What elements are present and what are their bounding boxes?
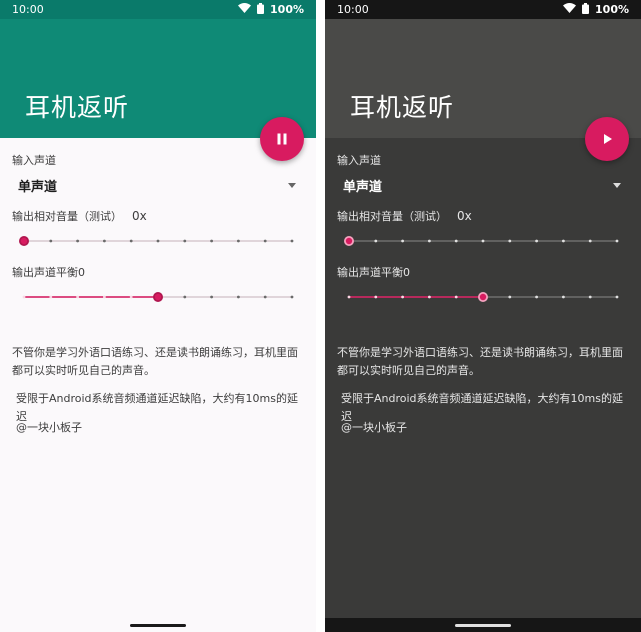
slider-tick	[562, 295, 565, 299]
slider-tick	[562, 239, 565, 243]
balance-slider[interactable]	[347, 290, 619, 304]
wifi-icon	[238, 3, 252, 16]
battery-percent: 100%	[270, 3, 304, 16]
input-channel-value: 单声道	[18, 179, 58, 195]
slider-tick	[49, 239, 53, 243]
battery-percent: 100%	[595, 3, 629, 16]
status-time: 10:00	[337, 3, 369, 16]
slider-tick	[401, 295, 404, 299]
slider-tick	[76, 295, 79, 299]
balance-label: 输出声道平衡0	[12, 266, 85, 279]
slider-tick	[347, 295, 351, 299]
slider-tick	[588, 239, 592, 243]
balance-label: 输出声道平衡0	[337, 266, 410, 279]
slider-tick	[210, 239, 214, 243]
slider-tick	[263, 239, 267, 243]
light-screen: 10:00 100% 耳机返听 输入声道 单声道 输出相对音量（测试） 0x 输出…	[0, 0, 316, 632]
description-text: 不管你是学习外语口语练习、还是读书朗诵练习，耳机里面都可以实时听见自己的声音。	[12, 346, 298, 377]
wifi-icon	[563, 3, 577, 16]
slider-tick	[237, 295, 240, 299]
input-channel-value: 单声道	[343, 179, 383, 195]
input-channel-select[interactable]: 单声道	[337, 172, 621, 198]
volume-label: 输出相对音量（测试）	[12, 210, 122, 223]
input-channel-label: 输入声道	[12, 154, 56, 167]
slider-tick	[76, 239, 79, 243]
volume-value: 0x	[457, 209, 472, 223]
nav-bar	[0, 618, 316, 632]
slider-thumb	[20, 237, 28, 245]
volume-label-row: 输出相对音量（测试） 0x	[12, 208, 147, 224]
balance-slider[interactable]	[22, 290, 294, 304]
slider-tick	[22, 295, 26, 299]
slider-tick	[615, 295, 619, 299]
slider-tick	[103, 295, 106, 299]
slider-tick	[156, 239, 160, 243]
app-title: 耳机返听	[25, 93, 130, 122]
author-credit: @一块小板子	[341, 421, 407, 434]
status-time: 10:00	[12, 3, 44, 16]
screen-divider	[316, 0, 325, 632]
slider-tick	[481, 239, 485, 243]
home-gesture-handle[interactable]	[455, 623, 511, 627]
battery-icon	[257, 2, 265, 17]
slider-tick	[103, 239, 106, 243]
slider-tick	[210, 295, 214, 299]
input-channel-select[interactable]: 单声道	[12, 172, 296, 198]
input-channel-label: 输入声道	[337, 154, 381, 167]
slider-tick	[535, 239, 538, 243]
volume-label: 输出相对音量（测试）	[337, 210, 447, 223]
slider-tick	[49, 295, 53, 299]
volume-value: 0x	[132, 209, 147, 223]
slider-tick	[588, 295, 592, 299]
slider-tick	[615, 239, 619, 243]
slider-tick	[508, 239, 512, 243]
content-area: 输入声道 单声道 输出相对音量（测试） 0x 输出声道平衡0 不管你是学习外语口语…	[0, 138, 316, 618]
slider-tick	[290, 239, 294, 243]
slider-tick	[454, 295, 458, 299]
content-area: 输入声道 单声道 输出相对音量（测试） 0x 输出声道平衡0 不管你是学习外语口语…	[325, 138, 641, 618]
slider-thumb	[345, 237, 353, 245]
dropdown-arrow-icon	[613, 182, 621, 188]
slider-thumb	[479, 293, 487, 301]
slider-tick	[428, 295, 431, 299]
volume-slider[interactable]	[19, 234, 294, 248]
volume-slider[interactable]	[344, 234, 619, 248]
app-title: 耳机返听	[350, 93, 455, 122]
nav-bar	[325, 618, 641, 632]
slider-tick	[129, 295, 133, 299]
slider-tick	[374, 239, 378, 243]
slider-tick	[401, 239, 404, 243]
home-gesture-handle[interactable]	[130, 623, 186, 627]
slider-tick	[428, 239, 431, 243]
slider-tick	[263, 295, 267, 299]
slider-tick	[535, 295, 538, 299]
slider-tick	[508, 295, 512, 299]
slider-tick	[290, 295, 294, 299]
battery-icon	[582, 2, 590, 17]
slider-thumb	[154, 293, 162, 301]
slider-tick	[454, 239, 458, 243]
description-text: 不管你是学习外语口语练习、还是读书朗诵练习，耳机里面都可以实时听见自己的声音。	[337, 346, 623, 377]
volume-label-row: 输出相对音量（测试） 0x	[337, 208, 472, 224]
author-credit: @一块小板子	[16, 421, 82, 434]
slider-tick	[183, 239, 187, 243]
slider-tick	[237, 239, 240, 243]
dropdown-arrow-icon	[288, 182, 296, 188]
slider-tick	[183, 295, 187, 299]
slider-tick	[129, 239, 133, 243]
slider-tick	[374, 295, 378, 299]
status-bar: 10:00 100%	[0, 0, 316, 19]
dark-screen: 10:00 100% 耳机返听 输入声道 单声道 输出相对音量（测试） 0x 输出…	[325, 0, 641, 632]
status-bar: 10:00 100%	[325, 0, 641, 19]
